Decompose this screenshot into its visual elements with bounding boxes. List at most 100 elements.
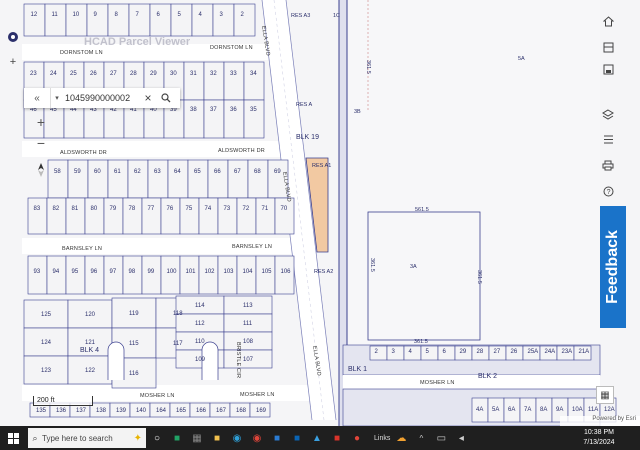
chrome-icon[interactable]: ◉ (248, 426, 266, 450)
parcel-lot[interactable] (420, 345, 439, 361)
speaker-icon[interactable]: ◂ (452, 426, 470, 450)
parcel-lot[interactable] (107, 3, 130, 37)
parcel-lot[interactable] (46, 197, 67, 235)
parcel-lot[interactable] (187, 159, 209, 199)
parcel-lot[interactable] (255, 255, 276, 295)
parcel-lot[interactable] (243, 99, 265, 139)
parcel-lot[interactable] (160, 197, 181, 235)
file-explorer-icon[interactable]: ■ (208, 426, 226, 450)
map-view[interactable]: 12 11 10 9 8 7 6 5 4 3 2 23 24 25 26 27 28 29 30 31 32 33 34 46… (0, 0, 640, 426)
parcel-lot[interactable] (217, 255, 238, 295)
parcel-lot[interactable] (179, 197, 200, 235)
app-icon[interactable]: ● (348, 426, 366, 450)
parcel-lot[interactable] (65, 255, 86, 295)
parcel-lot[interactable] (207, 159, 229, 199)
parcel-lot[interactable] (212, 3, 235, 37)
parcel-lot[interactable] (217, 197, 238, 235)
taskbar-search[interactable]: ⌕ Type here to search ✦ (28, 428, 146, 448)
parcel-lot[interactable] (437, 345, 456, 361)
parcel-lot[interactable] (65, 197, 86, 235)
home-icon[interactable] (598, 12, 618, 30)
parcel-lot[interactable] (103, 197, 124, 235)
parcel-lot[interactable] (122, 255, 143, 295)
acrobat-icon[interactable]: ■ (328, 426, 346, 450)
network-icon[interactable]: ▭ (432, 426, 450, 450)
parcel-lot[interactable] (141, 255, 162, 295)
excel-icon[interactable]: ■ (168, 426, 186, 450)
parcel-lot[interactable] (23, 3, 46, 37)
close-icon[interactable]: × (139, 88, 157, 108)
parcel-lot[interactable] (167, 159, 189, 199)
overview-map-icon[interactable]: ▦ (596, 386, 614, 404)
photos-icon[interactable]: ▲ (308, 426, 326, 450)
basemap-icon[interactable] (598, 38, 618, 56)
weather-icon[interactable]: ☁ (392, 426, 410, 450)
parcel-lot[interactable] (183, 61, 205, 101)
parcel-lot[interactable] (127, 159, 149, 199)
parcel-lot[interactable] (86, 3, 109, 37)
parcel-lot[interactable] (227, 159, 249, 199)
parcel-lot[interactable] (47, 159, 69, 199)
parcel-lot[interactable] (147, 159, 169, 199)
parcel-lot[interactable] (247, 159, 269, 199)
add-icon[interactable]: + (6, 55, 20, 69)
list-icon[interactable] (598, 130, 618, 148)
outlook-icon[interactable]: ■ (288, 426, 306, 450)
zoom-in-button[interactable]: + (31, 112, 51, 132)
parcel-lot[interactable] (198, 255, 219, 295)
layers-icon[interactable] (598, 106, 618, 124)
links-toolbar[interactable]: Links (374, 435, 390, 442)
parcel-lot[interactable] (107, 159, 129, 199)
zoom-out-button[interactable]: − (31, 133, 51, 153)
parcel-lot[interactable] (141, 197, 162, 235)
parcel-lot[interactable] (27, 197, 48, 235)
print-layout-icon[interactable] (598, 60, 618, 78)
parcel-lot[interactable] (44, 3, 67, 37)
search-input[interactable] (63, 93, 139, 103)
parcel-lot[interactable] (236, 197, 257, 235)
parcel-lot[interactable] (149, 3, 172, 37)
parcel-lot[interactable] (274, 197, 295, 235)
compass-icon[interactable] (34, 162, 48, 178)
parcel-lot[interactable] (128, 3, 151, 37)
word-icon[interactable]: ■ (268, 426, 286, 450)
parcel-lot[interactable] (160, 255, 181, 295)
parcel-lot[interactable] (84, 197, 105, 235)
parcel-lot[interactable] (191, 3, 214, 37)
target-icon[interactable] (6, 30, 20, 44)
parcel-map[interactable]: 12 11 10 9 8 7 6 5 4 3 223 24 25 26 27 28 29 30 31 32 33 3446… (0, 0, 640, 426)
parcel-lot[interactable] (84, 255, 105, 295)
feedback-button[interactable]: Feedback (600, 206, 626, 328)
parcel-lot[interactable] (403, 345, 422, 361)
calculator-icon[interactable]: ▦ (188, 426, 206, 450)
parcel-lot[interactable] (255, 197, 276, 235)
parcel-lot[interactable] (203, 99, 225, 139)
help-icon[interactable]: ? (598, 182, 618, 200)
windows-start-icon[interactable] (0, 426, 26, 450)
parcel-lot[interactable] (198, 197, 219, 235)
parcel-lot[interactable] (87, 159, 109, 199)
parcel-lot[interactable] (183, 99, 205, 139)
parcel-lot[interactable] (233, 3, 256, 37)
search-icon[interactable] (157, 88, 175, 108)
parcel-lot[interactable] (243, 61, 265, 101)
parcel-lot[interactable] (65, 3, 88, 37)
parcel-lot[interactable] (103, 255, 124, 295)
chevron-up-icon[interactable]: ^ (412, 426, 430, 450)
parcel-lot[interactable] (236, 255, 257, 295)
parcel-lot[interactable] (203, 61, 225, 101)
edge-icon[interactable]: ◉ (228, 426, 246, 450)
chevron-double-left-icon[interactable]: « (24, 88, 51, 108)
parcel-lot[interactable] (223, 99, 245, 139)
parcel-lot[interactable] (67, 159, 89, 199)
printer-icon[interactable] (598, 156, 618, 174)
parcel-lot[interactable] (46, 255, 67, 295)
parcel-lot[interactable] (386, 345, 405, 361)
parcel-lot[interactable] (27, 255, 48, 295)
parcel-lot[interactable] (369, 345, 388, 361)
parcel-lot[interactable] (179, 255, 200, 295)
parcel-lot[interactable] (122, 197, 143, 235)
task-view-icon[interactable]: ○ (148, 426, 166, 450)
parcel-lot[interactable] (223, 61, 245, 101)
parcel-lot[interactable] (170, 3, 193, 37)
